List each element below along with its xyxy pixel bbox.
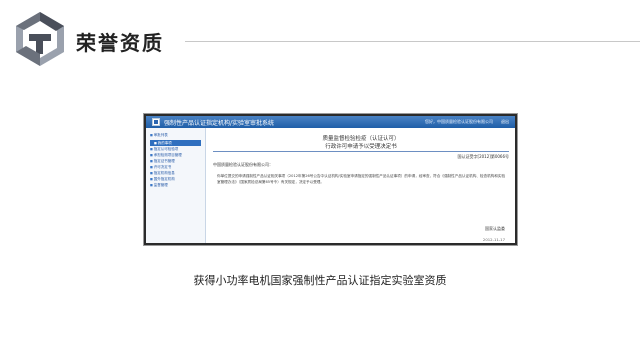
document-addressee: 中国质量检验认证股份有限公司： (213, 162, 273, 167)
document-panel: 质量监督检验检疫（认证认可） 行政许可申请予以受理决定书 国认证受字[2012]… (207, 128, 515, 243)
image-caption: 获得小功率电机国家强制性产品认证指定实验室资质 (193, 274, 447, 287)
document-reference: 国认证受字[2012]第0066号 (457, 154, 509, 159)
document-subtitle: 行政许可申请予以受理决定书 (325, 144, 397, 150)
logout-link[interactable]: 退出 (501, 119, 509, 125)
sidebar-item-approval-list[interactable]: 审批列表 (146, 132, 205, 138)
certificate-screenshot: 强制性产品认证指定机构/实验室审批系统 您好，中国质量检验认证股份有限公司 退出… (143, 113, 518, 246)
document-date: 2012-11-17 (482, 237, 505, 242)
app-title: 强制性产品认证指定机构/实验室审批系统 (164, 120, 275, 127)
document-divider (213, 151, 509, 152)
app-titlebar: 强制性产品认证指定机构/实验室审批系统 您好，中国质量检验认证股份有限公司 退出 (146, 116, 515, 128)
page-title: 荣誉资质 (76, 31, 164, 55)
sidebar: 审批列表 我的事项 指定认可检验项 承担检测项目管理 指定证书管理 许可决定书 … (146, 128, 206, 243)
document-body: 你单位提交的申请强制性产品认证相关事项（2012年第26号公告中认证机构/实验室… (217, 174, 506, 184)
user-info: 您好，中国质量检验认证股份有限公司 (425, 119, 493, 124)
company-logo (12, 10, 68, 68)
logo-mark-icon (16, 12, 64, 66)
app-logo-icon (152, 118, 160, 126)
sidebar-item-supervision[interactable]: 监督管理 (146, 182, 205, 188)
document-signature: 国家认监委 (485, 226, 505, 231)
browser-window: 强制性产品认证指定机构/实验室审批系统 您好，中国质量检验认证股份有限公司 退出… (146, 116, 515, 243)
document-title: 质量监督检验检疫（认证认可） (322, 136, 400, 142)
header-divider (185, 41, 640, 42)
